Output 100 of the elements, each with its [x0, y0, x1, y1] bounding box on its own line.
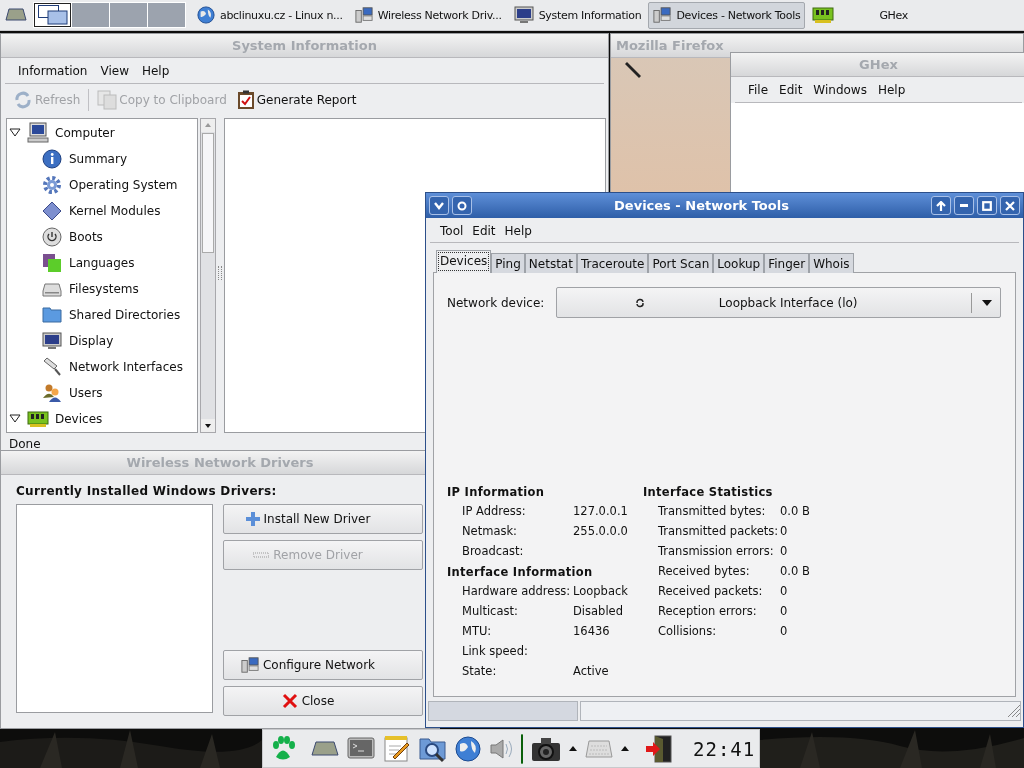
caret-up-icon[interactable] — [621, 746, 629, 751]
minimize-button[interactable] — [954, 196, 974, 215]
menu-item[interactable]: Information — [18, 64, 88, 78]
speaker-icon[interactable] — [489, 737, 513, 760]
raise-button[interactable] — [931, 196, 951, 215]
menu-item[interactable]: View — [100, 64, 129, 78]
globe-icon[interactable] — [455, 735, 481, 762]
refresh-icon — [635, 297, 646, 308]
window-title: Mozilla Firefox — [616, 38, 724, 53]
toolbar-button[interactable]: Generate Report — [234, 88, 359, 112]
tab[interactable]: Port Scan — [648, 253, 714, 273]
expander-icon[interactable] — [9, 414, 21, 424]
close-icon — [1005, 200, 1015, 211]
users-icon — [42, 383, 62, 403]
close-icon — [281, 693, 298, 709]
notepad-pencil-icon[interactable] — [383, 734, 411, 763]
tab[interactable]: Traceroute — [576, 253, 649, 273]
field-label: IP Address: — [462, 504, 527, 520]
exit-door-icon[interactable] — [645, 734, 673, 763]
tree-item[interactable]: Devices — [7, 406, 197, 432]
task-button[interactable]: Devices - Network Tools — [648, 1, 806, 29]
tab[interactable]: Lookup — [713, 253, 765, 273]
section-heading: Interface Statistics — [643, 484, 774, 501]
task-button[interactable]: System Information — [508, 1, 647, 29]
chevron-down-icon — [434, 201, 444, 210]
tree-item[interactable]: Users — [7, 380, 197, 406]
tree-item[interactable]: Computer — [7, 120, 197, 146]
field-label: Transmission errors: — [658, 544, 775, 560]
task-button[interactable]: abclinuxu.cz - Linux n... — [192, 1, 348, 29]
field-label: Received bytes: — [658, 564, 751, 580]
field-label: Reception errors: — [658, 604, 758, 620]
scrollbar-thumb[interactable] — [202, 133, 214, 253]
section-heading: Currently Installed Windows Drivers: — [16, 484, 278, 498]
tab[interactable]: Finger — [764, 253, 810, 273]
field-value: 0 — [780, 524, 788, 540]
tree-item[interactable]: Languages — [7, 250, 197, 276]
field-label: Link speed: — [462, 644, 529, 660]
tree-item[interactable]: Boots — [7, 224, 197, 250]
close-button[interactable] — [1000, 196, 1020, 215]
terminal-icon[interactable] — [347, 736, 375, 761]
camera-icon[interactable] — [531, 735, 561, 762]
pane-divider-handle[interactable] — [218, 266, 222, 280]
expander-icon[interactable] — [9, 128, 21, 138]
action-button[interactable]: Close — [223, 686, 423, 716]
flags-icon — [42, 253, 62, 273]
tab[interactable]: Ping — [491, 253, 525, 273]
tree-item[interactable]: Display — [7, 328, 197, 354]
sticky-button[interactable] — [452, 196, 472, 215]
tree-item[interactable]: Summary — [7, 146, 197, 172]
tree-item[interactable]: Kernel Modules — [7, 198, 197, 224]
field-value: Active — [573, 664, 609, 680]
caret-up-icon[interactable] — [569, 746, 577, 751]
menu-item[interactable]: Tool — [440, 224, 464, 238]
field-value: 0 — [780, 604, 788, 620]
clock[interactable]: 22:41 — [693, 736, 756, 761]
diamond-icon — [42, 201, 62, 221]
field-value: 127.0.0.1 — [573, 504, 628, 520]
power-icon — [42, 227, 62, 247]
computer-drive-icon[interactable] — [5, 8, 27, 22]
circuit-board-icon — [27, 408, 49, 430]
copy-icon — [97, 90, 118, 110]
menu-item[interactable]: Edit — [779, 83, 803, 97]
field-label: Transmitted packets: — [658, 524, 780, 540]
menu-item[interactable]: Edit — [472, 224, 496, 238]
tab[interactable]: Whois — [809, 253, 854, 273]
field-value: 0 — [780, 584, 788, 600]
menu-item[interactable]: Help — [504, 224, 532, 238]
globe-icon — [197, 6, 215, 24]
menu-item[interactable]: Help — [877, 83, 906, 97]
computer-icon — [27, 122, 49, 144]
resize-grip-icon[interactable] — [1007, 704, 1021, 718]
tree-item[interactable]: Network Interfaces — [7, 354, 197, 380]
tab[interactable]: Netstat — [524, 253, 577, 273]
info-icon — [42, 149, 62, 169]
menu-item[interactable]: File — [748, 83, 769, 97]
section-heading: IP Information — [447, 484, 546, 501]
menu-item[interactable]: Windows — [813, 83, 867, 97]
workspace[interactable] — [34, 3, 71, 27]
drive-icon[interactable] — [311, 740, 339, 757]
field-value: 0 — [780, 544, 788, 560]
monitor-icon — [513, 5, 534, 25]
field-label: Netmask: — [462, 524, 518, 540]
action-button[interactable]: Install New Driver — [223, 504, 423, 534]
window-thumbnail-icon — [37, 5, 68, 25]
tree-item[interactable]: Operating System — [7, 172, 197, 198]
menu-item[interactable]: Help — [141, 64, 170, 78]
window-title: System Information — [232, 38, 377, 53]
action-button[interactable]: Configure Network — [223, 650, 423, 680]
field-label: Multicast: — [462, 604, 519, 620]
scrollbar[interactable] — [200, 118, 216, 433]
network-device-dropdown[interactable]: Loopback Interface (lo) — [556, 287, 1001, 318]
network-computers-icon — [240, 656, 259, 674]
window-menu-button[interactable] — [429, 196, 449, 215]
maximize-button[interactable] — [977, 196, 997, 215]
task-button[interactable]: GHex — [807, 1, 914, 29]
tree-item[interactable]: Shared Directories — [7, 302, 197, 328]
tree-item[interactable]: Filesystems — [7, 276, 197, 302]
task-button[interactable]: Wireless Network Driv... — [349, 1, 507, 29]
tab[interactable]: Devices — [436, 250, 492, 273]
field-value: Disabled — [573, 604, 623, 620]
